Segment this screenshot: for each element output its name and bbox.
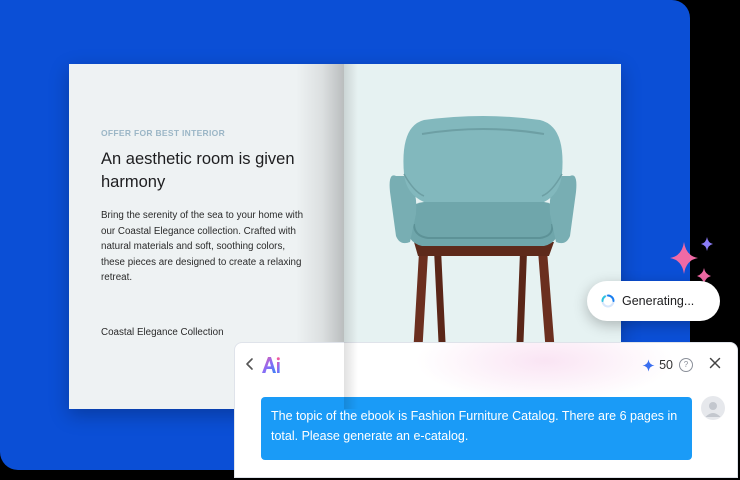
ai-chat-panel: 50 ? The topic of the ebook is Fashion F… bbox=[234, 342, 738, 478]
loading-spinner-icon bbox=[601, 294, 615, 308]
page-kicker: OFFER FOR BEST INTERIOR bbox=[101, 128, 226, 138]
stage: OFFER FOR BEST INTERIOR An aesthetic roo… bbox=[0, 0, 740, 480]
generating-status: Generating... bbox=[587, 281, 720, 321]
chevron-left-icon[interactable] bbox=[244, 356, 256, 372]
generating-label: Generating... bbox=[622, 294, 695, 308]
page-body-text: Bring the serenity of the sea to your ho… bbox=[101, 210, 304, 283]
ai-logo-icon bbox=[262, 357, 280, 373]
collection-name: Coastal Elegance Collection bbox=[101, 327, 224, 338]
chat-header: 50 ? bbox=[235, 343, 737, 387]
credit-count: 50 bbox=[659, 358, 673, 372]
user-message: The topic of the ebook is Fashion Furnit… bbox=[261, 397, 692, 460]
sparkle-icon bbox=[642, 359, 655, 371]
user-avatar-icon bbox=[701, 396, 725, 420]
page-headline: An aesthetic room is given harmony bbox=[101, 150, 295, 191]
sparkle-icon bbox=[670, 237, 713, 284]
close-icon[interactable] bbox=[709, 357, 721, 369]
credits-counter: 50 ? bbox=[642, 355, 693, 375]
help-icon[interactable]: ? bbox=[679, 358, 693, 372]
